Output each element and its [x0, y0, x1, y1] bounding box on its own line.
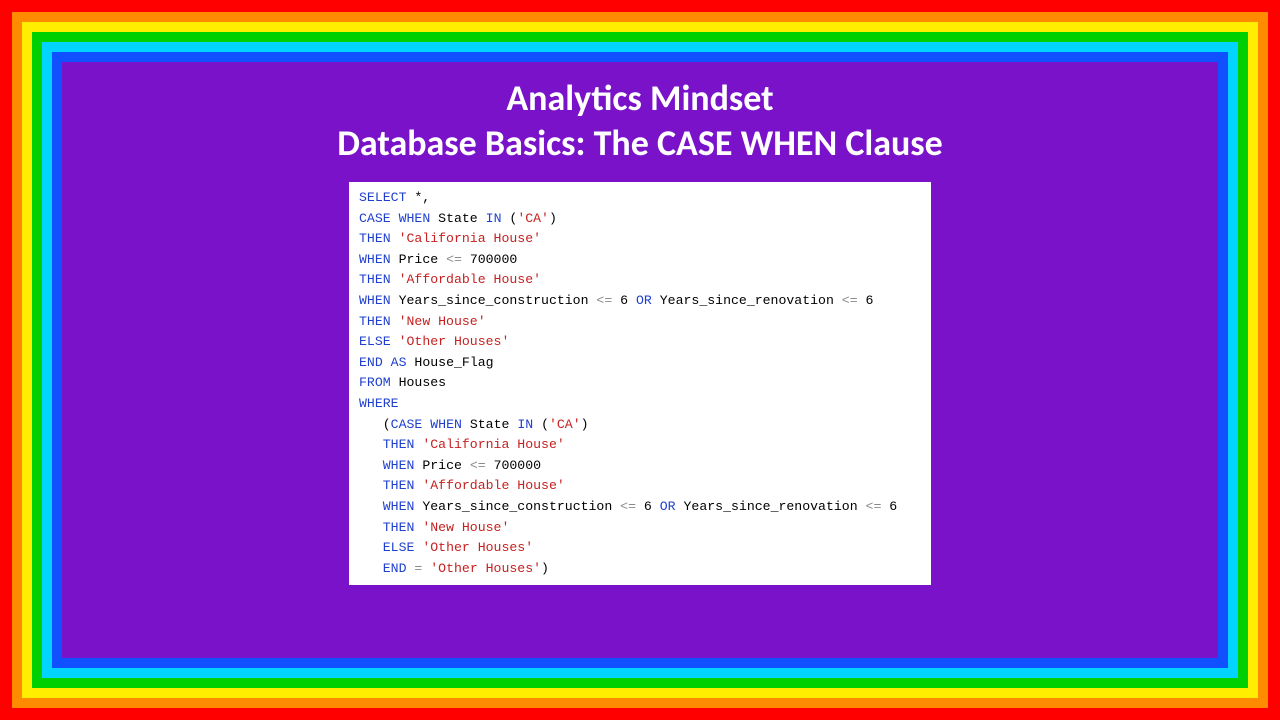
num-6: 6 — [612, 293, 628, 308]
num-700000: 700000 — [462, 252, 517, 267]
indent — [359, 478, 383, 493]
kw-when: WHEN — [399, 211, 431, 226]
str-cal: 'California House' — [399, 231, 541, 246]
num-700000: 700000 — [486, 458, 541, 473]
str-aff: 'Affordable House' — [422, 478, 564, 493]
str-other: 'Other Houses' — [422, 540, 533, 555]
num-6: 6 — [858, 293, 874, 308]
indent — [359, 458, 383, 473]
kw-in: IN — [486, 211, 502, 226]
indent — [359, 417, 383, 432]
indent — [359, 540, 383, 555]
str-new: 'New House' — [422, 520, 509, 535]
op-close-paren: ) — [581, 417, 589, 432]
id-houses: Houses — [399, 375, 446, 390]
indent — [359, 499, 383, 514]
op-close-paren: ) — [549, 211, 557, 226]
id-price: Price — [422, 458, 462, 473]
str-new: 'New House' — [399, 314, 486, 329]
title-line-1: Analytics Mindset — [506, 76, 773, 121]
rainbow-frame-cyan: Analytics Mindset Database Basics: The C… — [42, 42, 1238, 678]
str-cal: 'California House' — [422, 437, 564, 452]
id-ysc: Years_since_construction — [399, 293, 589, 308]
kw-then: THEN — [359, 314, 391, 329]
rainbow-frame-blue: Analytics Mindset Database Basics: The C… — [52, 52, 1228, 668]
indent — [359, 520, 383, 535]
kw-then: THEN — [383, 437, 415, 452]
kw-when: WHEN — [383, 458, 415, 473]
str-other: 'Other Houses' — [430, 561, 541, 576]
id-ysc: Years_since_construction — [422, 499, 612, 514]
op-le: <= — [462, 458, 486, 473]
kw-select: SELECT — [359, 190, 406, 205]
slide-body: Analytics Mindset Database Basics: The C… — [62, 62, 1218, 658]
kw-when: WHEN — [359, 293, 391, 308]
rainbow-frame-orange: Analytics Mindset Database Basics: The C… — [12, 12, 1268, 708]
num-6: 6 — [881, 499, 897, 514]
op-open-paren: ( — [533, 417, 549, 432]
kw-then: THEN — [383, 520, 415, 535]
kw-then: THEN — [359, 272, 391, 287]
str-ca: 'CA' — [549, 417, 581, 432]
op-le: <= — [858, 499, 882, 514]
title-line-2: Database Basics: The CASE WHEN Clause — [337, 121, 943, 166]
kw-else: ELSE — [359, 334, 391, 349]
kw-when: WHEN — [359, 252, 391, 267]
kw-as: AS — [391, 355, 407, 370]
str-ca: 'CA' — [517, 211, 549, 226]
kw-in: IN — [517, 417, 533, 432]
kw-case: CASE — [391, 417, 423, 432]
kw-or: OR — [660, 499, 676, 514]
kw-end: END — [383, 561, 407, 576]
kw-where: WHERE — [359, 396, 399, 411]
id-state: State — [470, 417, 510, 432]
rainbow-frame-green: Analytics Mindset Database Basics: The C… — [32, 32, 1248, 688]
indent — [359, 437, 383, 452]
str-other: 'Other Houses' — [399, 334, 510, 349]
op-le: <= — [612, 499, 636, 514]
rainbow-frame-yellow: Analytics Mindset Database Basics: The C… — [22, 22, 1258, 698]
id-price: Price — [399, 252, 439, 267]
op-star: *, — [406, 190, 430, 205]
op-eq: = — [407, 561, 431, 576]
id-ysr: Years_since_renovation — [660, 293, 834, 308]
kw-when: WHEN — [430, 417, 462, 432]
kw-then: THEN — [359, 231, 391, 246]
indent — [359, 561, 383, 576]
id-houseflag: House_Flag — [414, 355, 493, 370]
kw-or: OR — [636, 293, 652, 308]
id-ysr: Years_since_renovation — [684, 499, 858, 514]
rainbow-frame-red: Analytics Mindset Database Basics: The C… — [0, 0, 1280, 720]
id-state: State — [438, 211, 478, 226]
kw-end: END — [359, 355, 383, 370]
op-le: <= — [438, 252, 462, 267]
op-le: <= — [589, 293, 613, 308]
num-6: 6 — [636, 499, 652, 514]
kw-when: WHEN — [383, 499, 415, 514]
kw-from: FROM — [359, 375, 391, 390]
op-open-paren: ( — [501, 211, 517, 226]
op-close-paren: ) — [541, 561, 549, 576]
op-le: <= — [834, 293, 858, 308]
op-open-paren: ( — [383, 417, 391, 432]
kw-else: ELSE — [383, 540, 415, 555]
str-aff: 'Affordable House' — [399, 272, 541, 287]
kw-then: THEN — [383, 478, 415, 493]
sql-code-block: SELECT *, CASE WHEN State IN ('CA') THEN… — [349, 182, 931, 585]
kw-case: CASE — [359, 211, 391, 226]
